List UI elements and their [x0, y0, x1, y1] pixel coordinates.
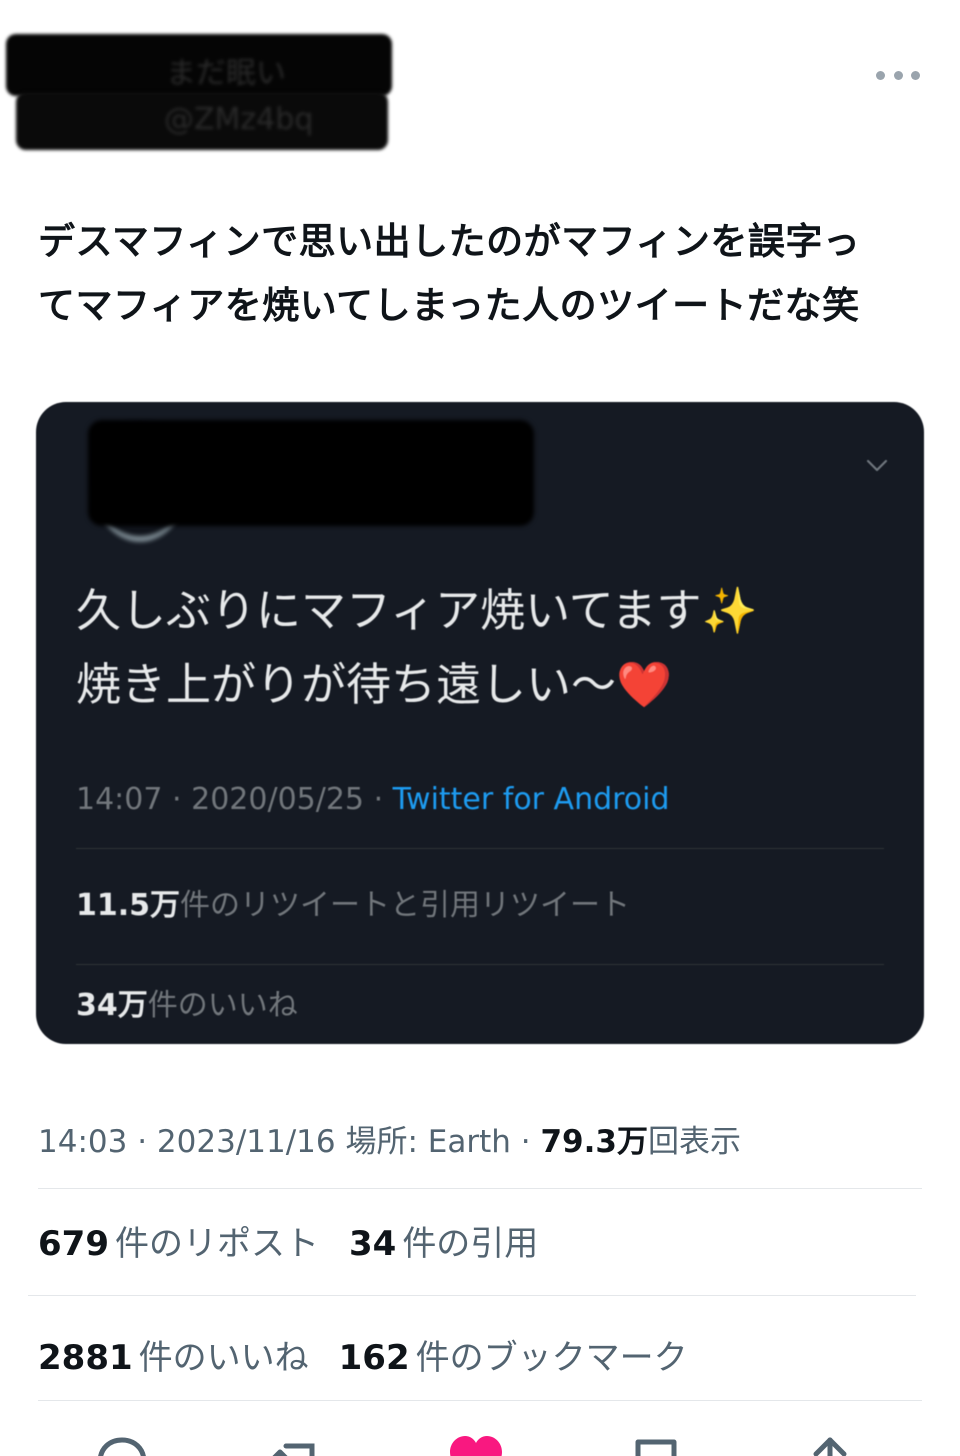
bookmarks-label: 件のブックマーク: [415, 1338, 688, 1378]
embedded-likes: 34万件のいいね: [76, 980, 298, 1024]
divider: [28, 1295, 916, 1296]
user-handle: @ZMz4bq: [164, 102, 314, 137]
tweet-meta: 14:03 · 2023/11/16 場所: Earth · 79.3万回表示: [38, 1116, 741, 1161]
likes-stat[interactable]: 2881 件のいいね: [38, 1338, 309, 1378]
attached-image[interactable]: 久しぶりにマフィア焼いてます✨ 焼き上がりが待ち遠しい〜❤️ 14:07 · 2…: [36, 402, 924, 1044]
reposts-label: 件のリポスト: [114, 1224, 319, 1264]
like-icon[interactable]: [446, 1432, 506, 1456]
embedded-divider: [76, 848, 884, 849]
embedded-tweet-text: 久しぶりにマフィア焼いてます✨ 焼き上がりが待ち遠しい〜❤️: [76, 574, 758, 722]
redacted-display-name: まだ眠い: [6, 34, 392, 96]
embedded-likes-count: 34万: [76, 988, 148, 1023]
separator: ·: [172, 782, 182, 817]
tweet-text-line: デスマフィンで思い出したのがマフィンを誤字っ: [38, 220, 861, 263]
quotes-label: 件の引用: [402, 1224, 539, 1264]
separator: ·: [373, 782, 384, 817]
more-options-icon[interactable]: [876, 66, 920, 84]
embedded-retweets: 11.5万件のリツイートと引用リツイート: [76, 880, 630, 924]
share-icon[interactable]: [800, 1432, 860, 1456]
embedded-source: Twitter for Android: [392, 782, 670, 817]
chevron-down-icon: [866, 459, 888, 472]
quotes-stat[interactable]: 34 件の引用: [349, 1224, 538, 1264]
tweet-text: デスマフィンで思い出したのがマフィンを誤字っ てマフィアを焼いてしまった人のツイ…: [38, 210, 928, 338]
repost-icon[interactable]: [266, 1432, 326, 1456]
like-stats-row: 2881 件のいいね 162 件のブックマーク: [38, 1330, 688, 1379]
reposts-stat[interactable]: 679 件のリポスト: [38, 1224, 319, 1264]
embedded-text-line: 焼き上がりが待ち遠しい〜❤️: [76, 658, 673, 711]
reply-icon[interactable]: [92, 1432, 152, 1456]
action-bar: [0, 1420, 960, 1456]
likes-label: 件のいいね: [138, 1338, 309, 1378]
embedded-timestamp: 14:07 · 2020/05/25 · Twitter for Android: [76, 782, 670, 817]
divider: [38, 1188, 922, 1189]
likes-count: 2881: [38, 1338, 133, 1378]
tweet-location: 場所: Earth: [345, 1124, 511, 1160]
repost-stats-row: 679 件のリポスト 34 件の引用: [38, 1216, 538, 1265]
redacted-handle: @ZMz4bq: [16, 92, 388, 150]
embedded-likes-label: 件のいいね: [147, 988, 298, 1023]
tweet-time: 14:03: [38, 1124, 128, 1160]
views-label: 回表示: [647, 1124, 741, 1160]
views-count: 79.3万: [540, 1124, 648, 1160]
separator: ·: [520, 1124, 531, 1160]
display-name: まだ眠い: [166, 56, 286, 91]
quotes-count: 34: [348, 1224, 397, 1264]
bookmarks-count: 162: [338, 1338, 410, 1378]
tweet-date[interactable]: 2023/11/16: [157, 1124, 336, 1160]
embedded-retweets-label: 件のリツイートと引用リツイート: [180, 888, 631, 923]
embedded-redacted-user: [88, 420, 534, 526]
embedded-text-line: 久しぶりにマフィア焼いてます✨: [76, 584, 758, 637]
reposts-count: 679: [38, 1224, 109, 1264]
embedded-date: 2020/05/25: [191, 782, 365, 817]
tweet-header: まだ眠い @ZMz4bq: [0, 0, 960, 170]
embedded-retweets-count: 11.5万: [76, 888, 181, 923]
embedded-divider: [76, 964, 884, 965]
tweet-text-line: てマフィアを焼いてしまった人のツイートだな笑: [38, 284, 860, 327]
bookmark-icon[interactable]: [626, 1432, 686, 1456]
bookmarks-stat[interactable]: 162 件のブックマーク: [339, 1338, 688, 1378]
divider: [38, 1400, 922, 1401]
embedded-time: 14:07: [76, 782, 163, 817]
separator: ·: [137, 1124, 148, 1160]
